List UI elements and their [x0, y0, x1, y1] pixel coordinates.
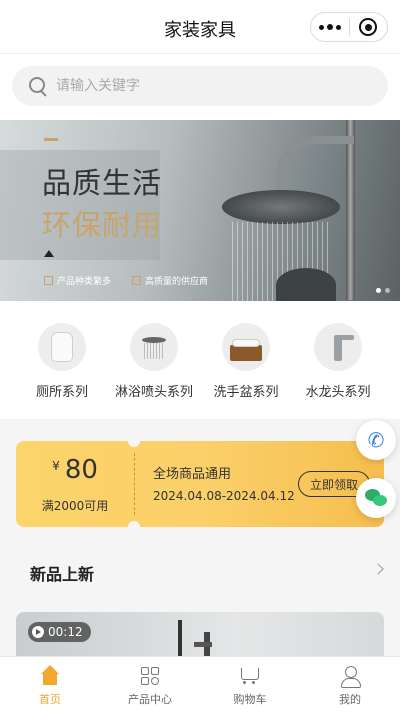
category-label: 厕所系列 [35, 385, 88, 400]
coupon-condition: 满2000可用 [41, 499, 109, 513]
call-button[interactable]: ✆ [356, 420, 396, 460]
cart-icon [238, 665, 262, 687]
triangle-mark-icon [44, 250, 54, 257]
banner-headline: 品质生活 [42, 166, 163, 200]
toilet-icon [38, 323, 86, 371]
currency-symbol: ¥ [52, 459, 60, 473]
banner-subheadline: 环保耐用 [42, 208, 163, 242]
product-video-card[interactable]: 00:12 [16, 612, 384, 656]
grid-icon [138, 665, 162, 687]
search-bar[interactable] [12, 66, 388, 106]
bottom-tab-bar: 首页 产品中心 购物车 我的 [0, 656, 400, 712]
phone-icon: ✆ [367, 428, 385, 452]
tab-products[interactable]: 产品中心 [100, 657, 200, 712]
tab-label: 购物车 [233, 693, 267, 706]
user-icon [338, 665, 362, 688]
coupon-divider [134, 453, 135, 515]
tab-label: 我的 [339, 693, 361, 706]
tab-cart[interactable]: 购物车 [200, 657, 300, 712]
coupon-notch [128, 435, 140, 447]
search-icon [12, 66, 56, 106]
more-options-icon[interactable] [311, 13, 349, 41]
coupon-value: 80 [64, 455, 98, 485]
basin-icon [222, 323, 270, 371]
banner-feature: 高质量的供应商 [132, 274, 208, 287]
category-shower[interactable]: 淋浴喷头系列 [108, 323, 200, 400]
category-label: 水龙头系列 [305, 385, 371, 400]
check-box-icon [44, 276, 53, 285]
carousel-dot[interactable] [385, 288, 390, 293]
banner-feature: 产品种类繁多 [44, 274, 111, 287]
category-toilet[interactable]: 厕所系列 [16, 323, 108, 400]
category-row: 厕所系列 淋浴喷头系列 洗手盆系列 水龙头系列 [0, 301, 400, 419]
carousel-dots [376, 288, 390, 293]
video-duration-badge: 00:12 [28, 622, 91, 642]
coupon-scope: 全场商品通用 [153, 467, 232, 482]
coupon-card: ¥ 80 满2000可用 全场商品通用 2024.04.08-2024.04.1… [16, 435, 384, 533]
home-icon [38, 665, 62, 687]
shower-valve [276, 268, 336, 302]
tab-label: 产品中心 [128, 693, 172, 706]
check-box-icon [132, 276, 141, 285]
faucet-icon [314, 323, 362, 371]
product-image-part [178, 620, 182, 656]
category-faucet[interactable]: 水龙头系列 [292, 323, 384, 400]
carousel-dot-active[interactable] [376, 288, 381, 293]
search-area [0, 54, 400, 120]
coupon-notch [128, 521, 140, 533]
category-label: 洗手盆系列 [213, 385, 279, 400]
banner-feature-label: 高质量的供应商 [145, 277, 209, 287]
video-duration: 00:12 [48, 625, 83, 639]
shower-head [222, 190, 340, 224]
new-arrivals-header[interactable]: 新品上新 [0, 545, 400, 597]
section-title: 新品上新 [30, 565, 95, 584]
mini-program-capsule [310, 12, 388, 42]
banner-feature-label: 产品种类繁多 [57, 277, 112, 287]
play-icon [32, 626, 44, 638]
close-program-icon[interactable] [349, 13, 387, 41]
wechat-icon [365, 489, 387, 507]
category-basin[interactable]: 洗手盆系列 [200, 323, 292, 400]
coupon-validity: 2024.04.08-2024.04.12 [153, 489, 295, 503]
category-label: 淋浴喷头系列 [114, 385, 193, 400]
coupon-amount: ¥ 80 [16, 455, 134, 485]
product-image-part [194, 642, 212, 647]
tab-profile[interactable]: 我的 [300, 657, 400, 712]
banner-accent-line [44, 138, 58, 141]
shower-icon [130, 323, 178, 371]
chevron-right-icon [372, 563, 384, 575]
top-bar: 家装家具 [0, 0, 400, 54]
wechat-button[interactable] [356, 478, 396, 518]
tab-label: 首页 [39, 693, 61, 706]
tab-home[interactable]: 首页 [0, 657, 100, 712]
search-input[interactable] [56, 78, 356, 94]
